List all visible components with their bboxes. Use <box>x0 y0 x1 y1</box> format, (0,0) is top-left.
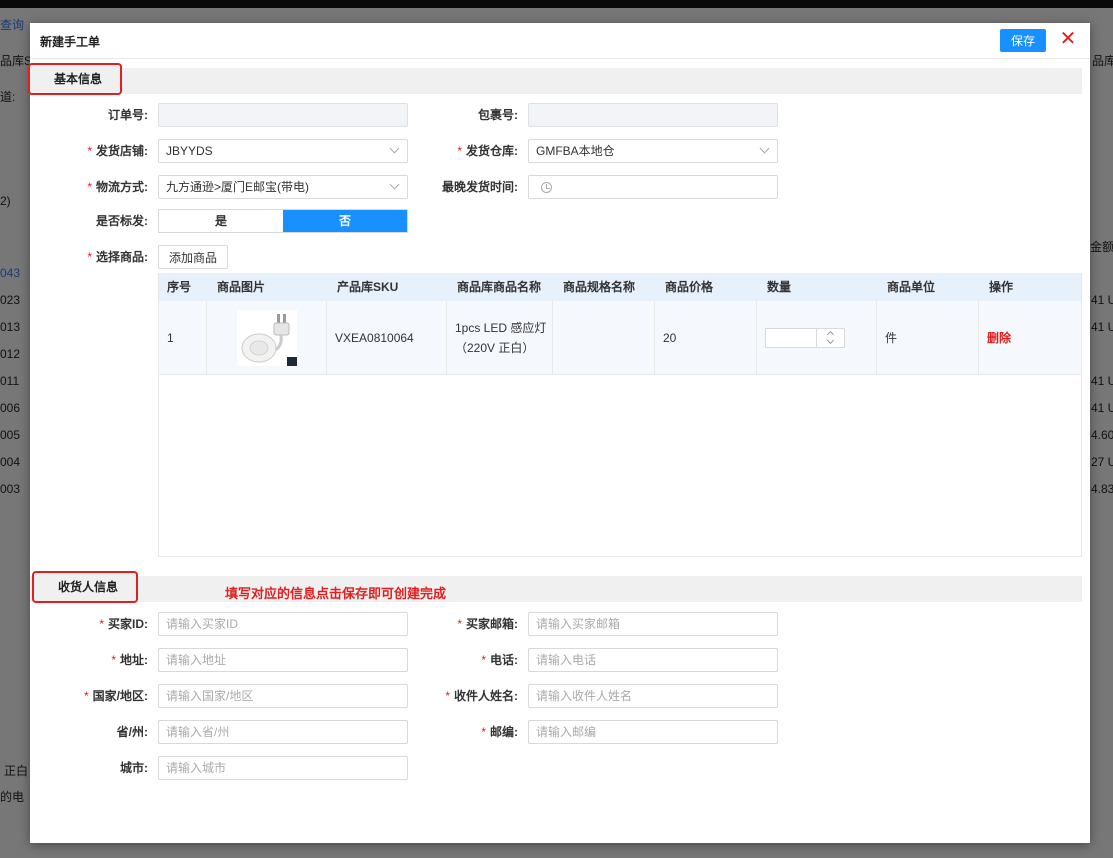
cell-price: 20 <box>655 301 757 375</box>
mark-shipped-toggle: 是 否 <box>158 209 408 233</box>
buyer-email-label: * 买家邮箱: <box>457 617 518 631</box>
product-name-line: 1pcs LED 感应灯 <box>455 321 547 335</box>
zip-label: * 邮编: <box>481 725 518 739</box>
dialog-header: 新建手工单 保存 ✕ <box>30 23 1090 59</box>
phone-label: * 电话: <box>481 653 518 667</box>
receiver-name-label: * 收件人姓名: <box>445 689 518 703</box>
shop-select[interactable]: JBYYDS <box>158 139 408 163</box>
stepper-buttons <box>816 329 844 347</box>
quantity-stepper[interactable] <box>765 328 845 348</box>
country-input[interactable] <box>158 684 408 708</box>
clock-icon <box>541 182 552 193</box>
logistics-select[interactable]: 九方通逊>厦门E邮宝(带电) <box>158 175 408 199</box>
buyer-id-input[interactable] <box>158 612 408 636</box>
column-header: 商品图片 <box>217 280 266 294</box>
table-row: 1 VXEA0810064 1pcs LED 感应灯 （220V 正白） 20 … <box>159 301 1081 375</box>
cell-spec <box>553 301 655 375</box>
basic-info-section-bar <box>30 68 1082 94</box>
province-input[interactable] <box>158 720 408 744</box>
close-icon[interactable]: ✕ <box>1058 29 1078 51</box>
mark-shipped-label: 是否标发: <box>96 214 148 228</box>
add-goods-button[interactable]: 添加商品 <box>158 245 228 269</box>
latest-ship-time-label: 最晚发货时间: <box>442 180 518 194</box>
mark-shipped-yes-option[interactable]: 是 <box>159 210 283 232</box>
table-header: 序号 商品图片 产品库SKU 商品库商品名称 商品规格名称 商品价格 数量 商品… <box>159 273 1081 301</box>
package-no-label: 包裹号: <box>478 108 518 122</box>
city-input[interactable] <box>158 756 408 780</box>
basic-info-section-title: 基本信息 <box>28 63 123 95</box>
country-label: * 国家/地区: <box>83 689 148 703</box>
goods-table: 序号 商品图片 产品库SKU 商品库商品名称 商品规格名称 商品价格 数量 商品… <box>158 273 1082 557</box>
dialog-title: 新建手工单 <box>40 35 101 49</box>
chevron-down-icon <box>389 179 400 190</box>
column-header: 商品库商品名称 <box>457 280 542 294</box>
column-header: 数量 <box>767 280 792 294</box>
chevron-down-icon <box>389 143 400 154</box>
cell-quantity <box>757 301 877 375</box>
buyer-id-label: * 买家ID: <box>99 617 148 631</box>
column-header: 商品价格 <box>665 280 714 294</box>
receiver-section-title: 收货人信息 <box>32 571 139 603</box>
shop-label: * 发货店铺: <box>87 144 148 158</box>
order-no-input[interactable] <box>158 103 408 127</box>
city-label: 城市: <box>120 761 148 775</box>
select-goods-label: * 选择商品: <box>87 250 148 264</box>
column-header: 商品单位 <box>887 280 936 294</box>
order-no-label: 订单号: <box>108 108 148 122</box>
latest-ship-time-picker[interactable] <box>528 175 778 199</box>
buyer-email-input[interactable] <box>528 612 778 636</box>
column-header: 操作 <box>989 280 1014 294</box>
cell-index: 1 <box>159 301 207 375</box>
zip-input[interactable] <box>528 720 778 744</box>
cell-action: 删除 <box>979 301 1081 375</box>
product-image[interactable] <box>236 310 297 366</box>
address-input[interactable] <box>158 648 408 672</box>
address-label: * 地址: <box>111 653 148 667</box>
delete-link[interactable]: 删除 <box>987 328 1011 348</box>
mark-shipped-no-option[interactable]: 否 <box>283 210 407 232</box>
chevron-down-icon <box>759 143 770 154</box>
save-button[interactable]: 保存 <box>1000 29 1046 52</box>
chevron-down-icon[interactable] <box>826 336 835 345</box>
column-header: 产品库SKU <box>337 280 399 294</box>
cell-name: 1pcs LED 感应灯 （220V 正白） <box>447 301 553 375</box>
product-name-line: （220V 正白） <box>455 341 535 355</box>
cell-sku: VXEA0810064 <box>327 301 447 375</box>
new-manual-order-dialog: 新建手工单 保存 ✕ 基本信息 订单号: 包裹号: * 发货店铺: JBYYDS … <box>28 23 1090 843</box>
package-no-input[interactable] <box>528 103 778 127</box>
cell-image <box>207 301 327 375</box>
province-label: 省/州: <box>116 725 148 739</box>
warehouse-select[interactable]: GMFBA本地仓 <box>528 139 778 163</box>
phone-input[interactable] <box>528 648 778 672</box>
receiver-name-input[interactable] <box>528 684 778 708</box>
save-hint-annotation: 填写对应的信息点击保存即可创建完成 <box>225 586 447 601</box>
warehouse-label: * 发货仓库: <box>457 144 518 158</box>
column-header: 序号 <box>167 280 192 294</box>
receiver-section-bar <box>30 576 1082 602</box>
cell-unit: 件 <box>877 301 979 375</box>
column-header: 商品规格名称 <box>563 280 636 294</box>
led-light-icon <box>241 314 297 366</box>
logistics-label: * 物流方式: <box>87 180 148 194</box>
